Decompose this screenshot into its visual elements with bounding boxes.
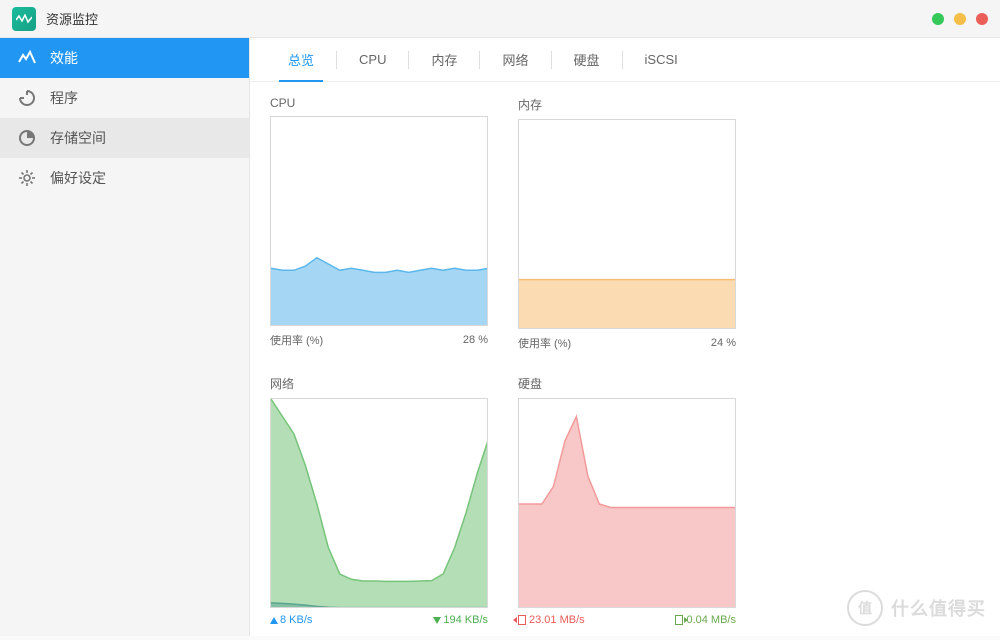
process-icon [18,89,36,107]
footer-right: 24 % [711,337,736,349]
chart-disk[interactable] [518,398,736,608]
download-rate: 194 KB/s [433,614,488,626]
tab-cpu[interactable]: CPU [341,38,404,82]
chart-footer: 23.01 MB/s 0.04 MB/s [518,614,736,626]
sidebar-item-label: 效能 [50,48,78,68]
sidebar-item-storage[interactable]: 存储空间 [0,118,249,158]
sidebar: 效能 程序 存储空间 偏好设定 [0,38,250,636]
read-rate: 23.01 MB/s [518,614,585,626]
chart-footer: 使用率 (%) 24 % [518,335,736,351]
cpu-chart-svg [271,117,488,326]
window-title: 资源监控 [46,9,98,28]
chart-footer: 使用率 (%) 28 % [270,332,488,348]
maximize-button[interactable] [954,13,966,25]
sidebar-item-performance[interactable]: 效能 [0,38,249,78]
content-area: 总览 CPU 内存 网络 硬盘 iSCSI CPU 使用率 (%) 28 % [250,38,1000,636]
app-icon [12,7,36,31]
disk-chart-svg [519,399,736,608]
disk-write-icon [675,615,683,625]
footer-left: 使用率 (%) [270,332,323,348]
tab-network[interactable]: 网络 [484,38,546,82]
disk-read-icon [518,615,526,625]
close-button[interactable] [976,13,988,25]
performance-icon [18,49,36,67]
sidebar-item-label: 程序 [50,88,78,108]
chart-card-cpu: CPU 使用率 (%) 28 % [270,96,488,351]
footer-right: 28 % [463,334,488,346]
chart-title: CPU [270,96,488,110]
sidebar-item-preferences[interactable]: 偏好设定 [0,158,249,198]
net-chart-svg [271,399,488,608]
mem-chart-svg [519,120,736,329]
tab-separator [622,51,623,69]
chart-title: 内存 [518,96,736,113]
sidebar-item-label: 偏好设定 [50,168,106,188]
tab-disk[interactable]: 硬盘 [556,38,618,82]
chart-card-memory: 内存 使用率 (%) 24 % [518,96,736,351]
gear-icon [18,169,36,187]
tab-separator [551,51,552,69]
upload-rate: 8 KB/s [270,614,312,626]
chart-title: 硬盘 [518,375,736,392]
tabs: 总览 CPU 内存 网络 硬盘 iSCSI [250,38,1000,82]
write-rate: 0.04 MB/s [675,614,736,626]
chart-card-disk: 硬盘 23.01 MB/s 0.04 MB/s [518,375,736,626]
chart-title: 网络 [270,375,488,392]
chart-network[interactable] [270,398,488,608]
tab-memory[interactable]: 内存 [413,38,475,82]
tab-separator [336,51,337,69]
chart-cpu[interactable] [270,116,488,326]
tab-separator [408,51,409,69]
chart-memory[interactable] [518,119,736,329]
arrow-down-icon [433,617,441,624]
tab-overview[interactable]: 总览 [270,38,332,82]
chart-card-network: 网络 8 KB/s 194 KB/s [270,375,488,626]
sidebar-item-label: 存储空间 [50,128,106,148]
chart-footer: 8 KB/s 194 KB/s [270,614,488,626]
tab-separator [479,51,480,69]
charts-area: CPU 使用率 (%) 28 % 内存 使用率 (%) 24 % [250,82,1000,640]
tab-iscsi[interactable]: iSCSI [627,38,696,82]
storage-icon [18,129,36,147]
window-controls [932,13,988,25]
minimize-button[interactable] [932,13,944,25]
arrow-up-icon [270,617,278,624]
sidebar-item-process[interactable]: 程序 [0,78,249,118]
titlebar: 资源监控 [0,0,1000,38]
footer-left: 使用率 (%) [518,335,571,351]
